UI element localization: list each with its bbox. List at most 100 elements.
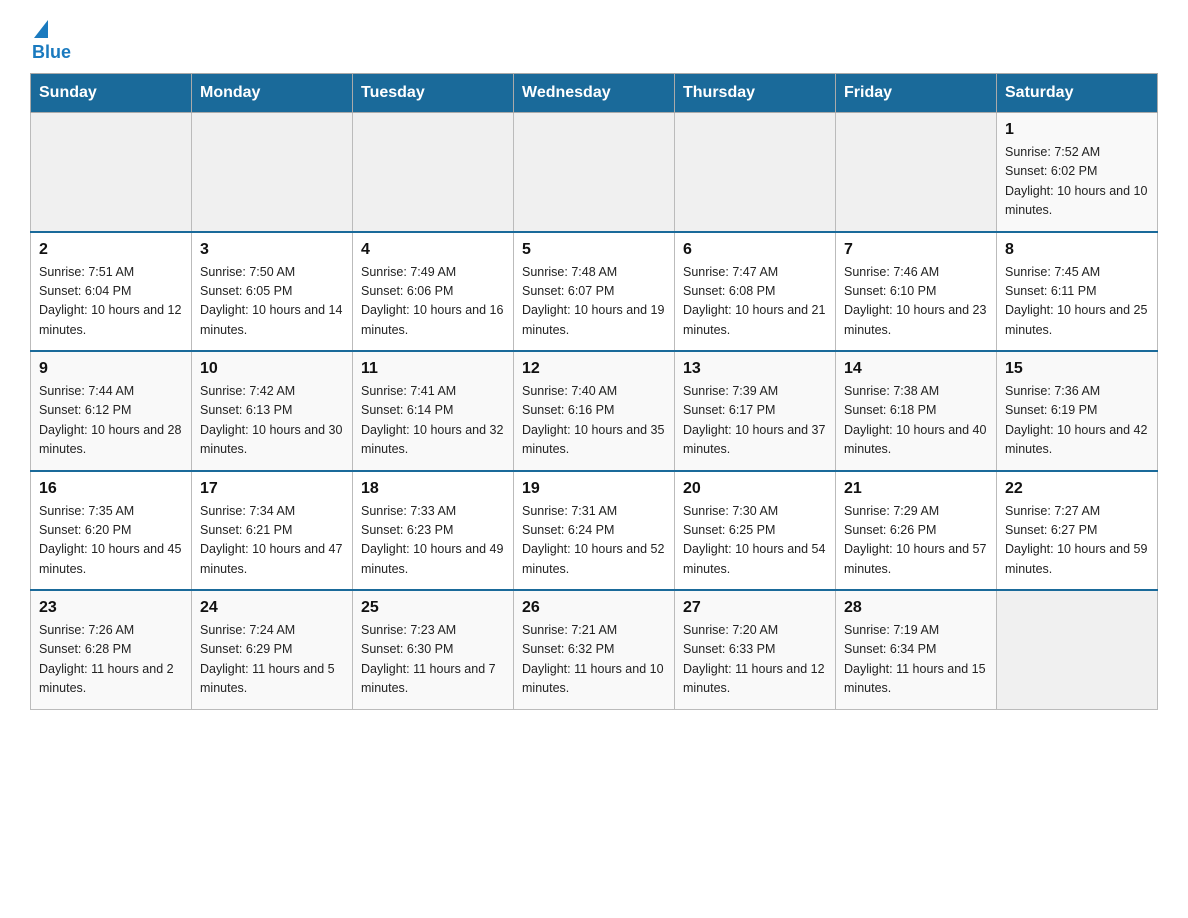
calendar-day-cell: 16 Sunrise: 7:35 AMSunset: 6:20 PMDayligh… xyxy=(31,471,192,591)
calendar-day-cell: 8 Sunrise: 7:45 AMSunset: 6:11 PMDaylight… xyxy=(997,232,1158,352)
day-number: 16 xyxy=(39,480,183,498)
calendar-day-cell: 2 Sunrise: 7:51 AMSunset: 6:04 PMDaylight… xyxy=(31,232,192,352)
day-info: Sunrise: 7:42 AMSunset: 6:13 PMDaylight:… xyxy=(200,382,344,460)
day-info: Sunrise: 7:27 AMSunset: 6:27 PMDaylight:… xyxy=(1005,502,1149,580)
day-number: 4 xyxy=(361,241,505,259)
day-info: Sunrise: 7:26 AMSunset: 6:28 PMDaylight:… xyxy=(39,621,183,699)
day-of-week-header: Tuesday xyxy=(353,74,514,113)
calendar-header-row: SundayMondayTuesdayWednesdayThursdayFrid… xyxy=(31,74,1158,113)
day-number: 28 xyxy=(844,599,988,617)
day-number: 18 xyxy=(361,480,505,498)
day-info: Sunrise: 7:40 AMSunset: 6:16 PMDaylight:… xyxy=(522,382,666,460)
calendar-day-cell: 3Sunrise: 7:50 AMSunset: 6:05 PMDaylight… xyxy=(192,232,353,352)
day-info: Sunrise: 7:41 AMSunset: 6:14 PMDaylight:… xyxy=(361,382,505,460)
day-of-week-header: Friday xyxy=(836,74,997,113)
calendar-day-cell: 18 Sunrise: 7:33 AMSunset: 6:23 PMDayligh… xyxy=(353,471,514,591)
day-number: 25 xyxy=(361,599,505,617)
calendar-day-cell xyxy=(192,113,353,232)
day-number: 11 xyxy=(361,360,505,378)
day-number: 2 xyxy=(39,241,183,259)
day-info: Sunrise: 7:36 AMSunset: 6:19 PMDaylight:… xyxy=(1005,382,1149,460)
day-number: 22 xyxy=(1005,480,1149,498)
calendar-day-cell: 6 Sunrise: 7:47 AMSunset: 6:08 PMDaylight… xyxy=(675,232,836,352)
day-info: Sunrise: 7:51 AMSunset: 6:04 PMDaylight:… xyxy=(39,263,183,341)
calendar-day-cell: 24 Sunrise: 7:24 AMSunset: 6:29 PMDayligh… xyxy=(192,590,353,709)
calendar-week-row: 9 Sunrise: 7:44 AMSunset: 6:12 PMDaylight… xyxy=(31,351,1158,471)
calendar-week-row: 1 Sunrise: 7:52 AMSunset: 6:02 PMDaylight… xyxy=(31,113,1158,232)
day-info: Sunrise: 7:48 AMSunset: 6:07 PMDaylight:… xyxy=(522,263,666,341)
calendar-day-cell: 25 Sunrise: 7:23 AMSunset: 6:30 PMDayligh… xyxy=(353,590,514,709)
calendar-day-cell: 4 Sunrise: 7:49 AMSunset: 6:06 PMDaylight… xyxy=(353,232,514,352)
day-number: 12 xyxy=(522,360,666,378)
day-number: 10 xyxy=(200,360,344,378)
calendar-day-cell xyxy=(31,113,192,232)
day-info: Sunrise: 7:24 AMSunset: 6:29 PMDaylight:… xyxy=(200,621,344,699)
day-info: Sunrise: 7:39 AMSunset: 6:17 PMDaylight:… xyxy=(683,382,827,460)
day-number: 6 xyxy=(683,241,827,259)
logo-triangle-icon xyxy=(34,20,48,38)
calendar-day-cell: 11 Sunrise: 7:41 AMSunset: 6:14 PMDayligh… xyxy=(353,351,514,471)
logo: Blue xyxy=(30,20,71,63)
day-number: 21 xyxy=(844,480,988,498)
day-info: Sunrise: 7:31 AMSunset: 6:24 PMDaylight:… xyxy=(522,502,666,580)
day-number: 14 xyxy=(844,360,988,378)
day-info: Sunrise: 7:34 AMSunset: 6:21 PMDaylight:… xyxy=(200,502,344,580)
day-number: 15 xyxy=(1005,360,1149,378)
calendar-day-cell xyxy=(997,590,1158,709)
day-info: Sunrise: 7:20 AMSunset: 6:33 PMDaylight:… xyxy=(683,621,827,699)
day-info: Sunrise: 7:52 AMSunset: 6:02 PMDaylight:… xyxy=(1005,143,1149,221)
day-number: 26 xyxy=(522,599,666,617)
calendar-day-cell: 21 Sunrise: 7:29 AMSunset: 6:26 PMDayligh… xyxy=(836,471,997,591)
day-info: Sunrise: 7:49 AMSunset: 6:06 PMDaylight:… xyxy=(361,263,505,341)
calendar-day-cell xyxy=(675,113,836,232)
day-number: 7 xyxy=(844,241,988,259)
day-info: Sunrise: 7:30 AMSunset: 6:25 PMDaylight:… xyxy=(683,502,827,580)
day-info: Sunrise: 7:21 AMSunset: 6:32 PMDaylight:… xyxy=(522,621,666,699)
day-number: 8 xyxy=(1005,241,1149,259)
calendar-week-row: 16 Sunrise: 7:35 AMSunset: 6:20 PMDayligh… xyxy=(31,471,1158,591)
calendar-week-row: 2 Sunrise: 7:51 AMSunset: 6:04 PMDaylight… xyxy=(31,232,1158,352)
day-info: Sunrise: 7:29 AMSunset: 6:26 PMDaylight:… xyxy=(844,502,988,580)
calendar-day-cell: 10 Sunrise: 7:42 AMSunset: 6:13 PMDayligh… xyxy=(192,351,353,471)
calendar-day-cell: 28Sunrise: 7:19 AMSunset: 6:34 PMDayligh… xyxy=(836,590,997,709)
day-info: Sunrise: 7:50 AMSunset: 6:05 PMDaylight:… xyxy=(200,263,344,341)
day-of-week-header: Sunday xyxy=(31,74,192,113)
calendar-week-row: 23 Sunrise: 7:26 AMSunset: 6:28 PMDayligh… xyxy=(31,590,1158,709)
calendar-day-cell: 13 Sunrise: 7:39 AMSunset: 6:17 PMDayligh… xyxy=(675,351,836,471)
day-number: 19 xyxy=(522,480,666,498)
day-of-week-header: Monday xyxy=(192,74,353,113)
day-info: Sunrise: 7:45 AMSunset: 6:11 PMDaylight:… xyxy=(1005,263,1149,341)
calendar-day-cell: 1 Sunrise: 7:52 AMSunset: 6:02 PMDaylight… xyxy=(997,113,1158,232)
calendar-day-cell: 12 Sunrise: 7:40 AMSunset: 6:16 PMDayligh… xyxy=(514,351,675,471)
day-number: 1 xyxy=(1005,121,1149,139)
day-number: 17 xyxy=(200,480,344,498)
day-number: 27 xyxy=(683,599,827,617)
calendar-day-cell: 5Sunrise: 7:48 AMSunset: 6:07 PMDaylight… xyxy=(514,232,675,352)
calendar-table: SundayMondayTuesdayWednesdayThursdayFrid… xyxy=(30,73,1158,710)
day-info: Sunrise: 7:35 AMSunset: 6:20 PMDaylight:… xyxy=(39,502,183,580)
day-info: Sunrise: 7:44 AMSunset: 6:12 PMDaylight:… xyxy=(39,382,183,460)
calendar-day-cell xyxy=(353,113,514,232)
calendar-day-cell: 17 Sunrise: 7:34 AMSunset: 6:21 PMDayligh… xyxy=(192,471,353,591)
day-number: 13 xyxy=(683,360,827,378)
day-of-week-header: Thursday xyxy=(675,74,836,113)
calendar-day-cell: 9 Sunrise: 7:44 AMSunset: 6:12 PMDaylight… xyxy=(31,351,192,471)
day-info: Sunrise: 7:46 AMSunset: 6:10 PMDaylight:… xyxy=(844,263,988,341)
calendar-day-cell: 19 Sunrise: 7:31 AMSunset: 6:24 PMDayligh… xyxy=(514,471,675,591)
calendar-day-cell: 15 Sunrise: 7:36 AMSunset: 6:19 PMDayligh… xyxy=(997,351,1158,471)
day-number: 24 xyxy=(200,599,344,617)
day-number: 20 xyxy=(683,480,827,498)
day-number: 9 xyxy=(39,360,183,378)
page-header: Blue xyxy=(30,20,1158,63)
day-info: Sunrise: 7:47 AMSunset: 6:08 PMDaylight:… xyxy=(683,263,827,341)
day-info: Sunrise: 7:23 AMSunset: 6:30 PMDaylight:… xyxy=(361,621,505,699)
calendar-day-cell: 26 Sunrise: 7:21 AMSunset: 6:32 PMDayligh… xyxy=(514,590,675,709)
calendar-day-cell: 23 Sunrise: 7:26 AMSunset: 6:28 PMDayligh… xyxy=(31,590,192,709)
day-info: Sunrise: 7:33 AMSunset: 6:23 PMDaylight:… xyxy=(361,502,505,580)
day-of-week-header: Saturday xyxy=(997,74,1158,113)
calendar-day-cell: 27 Sunrise: 7:20 AMSunset: 6:33 PMDayligh… xyxy=(675,590,836,709)
calendar-day-cell xyxy=(836,113,997,232)
day-number: 23 xyxy=(39,599,183,617)
calendar-day-cell xyxy=(514,113,675,232)
day-of-week-header: Wednesday xyxy=(514,74,675,113)
